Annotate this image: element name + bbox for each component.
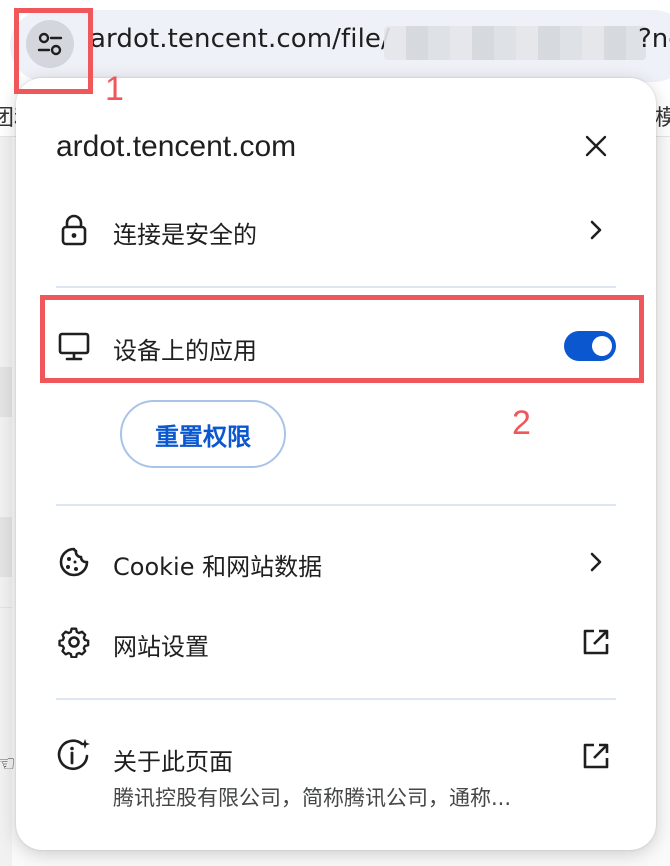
divider [56, 698, 616, 700]
annotation-box-1 [14, 8, 93, 94]
divider [56, 286, 616, 288]
annotation-box-2 [40, 295, 644, 383]
close-icon [585, 135, 607, 157]
hand-icon: ☜ [0, 752, 16, 777]
site-settings-label: 网站设置 [113, 633, 209, 661]
site-settings-row[interactable]: 网站设置 [16, 620, 656, 664]
about-page-label: 关于此页面 [113, 748, 233, 776]
site-info-popup: ardot.tencent.com 连接是安全的 设备上的应用 重置权限 Coo… [16, 78, 656, 850]
url-blurred-segment [384, 26, 646, 60]
reset-permissions-button[interactable]: 重置权限 [120, 400, 286, 468]
cookie-icon [56, 544, 92, 580]
about-page-row[interactable]: 关于此页面 腾讯控股有限公司，简称腾讯公司，通称... [16, 734, 656, 814]
popup-title: ardot.tencent.com [56, 130, 297, 163]
gear-icon [56, 624, 92, 660]
cookies-row[interactable]: Cookie 和网站数据 [16, 540, 656, 584]
chevron-right-icon [578, 544, 614, 580]
url-text[interactable]: ardot.tencent.com/file/ [90, 24, 390, 54]
open-in-new-icon [578, 624, 614, 660]
annotation-number-1: 1 [105, 70, 124, 108]
info-sparkle-icon [56, 738, 92, 774]
close-button[interactable] [578, 128, 614, 164]
connection-label: 连接是安全的 [113, 221, 257, 249]
bookmark-fragment-right[interactable]: 模 [655, 100, 670, 132]
strip-mark [0, 607, 12, 608]
cookies-label: Cookie 和网站数据 [113, 553, 323, 581]
chevron-right-icon [578, 212, 614, 248]
url-tail[interactable]: ?nc [638, 24, 670, 54]
connection-secure-row[interactable]: 连接是安全的 [16, 208, 656, 252]
divider [56, 504, 616, 506]
lock-icon [56, 212, 92, 248]
strip-mark [0, 517, 12, 577]
annotation-number-2: 2 [512, 404, 531, 442]
about-page-description: 腾讯控股有限公司，简称腾讯公司，通称... [113, 786, 512, 810]
open-in-new-icon [578, 738, 614, 774]
strip-mark [0, 367, 12, 417]
